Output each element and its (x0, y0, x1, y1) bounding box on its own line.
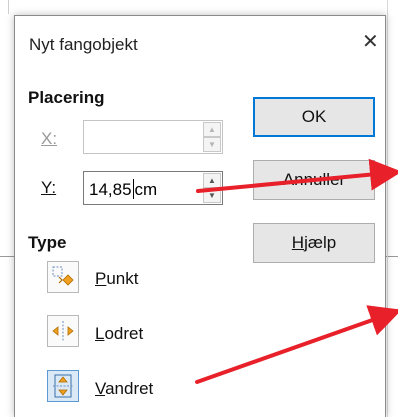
y-label: Y: (41, 178, 57, 197)
y-spin-down-icon[interactable]: ▼ (203, 188, 221, 203)
background-divider-right (387, 0, 388, 417)
x-spin-buttons: ▲ ▼ (203, 122, 221, 152)
x-spin-up-icon[interactable]: ▲ (203, 122, 221, 137)
help-button[interactable]: Hjælp (253, 223, 375, 263)
dialog-titlebar: Nyt fangobjekt ✕ (15, 16, 385, 70)
horizontal-line-icon (53, 374, 73, 398)
cancel-button[interactable]: Annuller (253, 160, 375, 200)
help-button-rest: jælp (304, 233, 337, 252)
y-value-unit: cm (134, 180, 158, 199)
text-caret (132, 179, 134, 199)
type-vertical-label: Lodret (95, 324, 143, 344)
type-point-button[interactable] (47, 261, 79, 293)
y-value-number: 14,85 (89, 180, 132, 199)
type-horizontal-label-rest: andret (105, 379, 154, 398)
x-position-field[interactable]: ▲ ▼ (83, 120, 223, 154)
placement-heading: Placering (28, 88, 105, 107)
vertical-line-icon (52, 321, 74, 341)
type-vertical-button[interactable] (47, 315, 79, 347)
type-heading: Type (28, 233, 67, 252)
type-vertical-label-rest: odret (104, 324, 144, 343)
type-point-label-mnemonic: P (95, 269, 107, 288)
ok-button[interactable]: OK (253, 97, 375, 137)
y-spin-buttons: ▲ ▼ (203, 173, 221, 203)
type-point-label-rest: unkt (106, 269, 139, 288)
y-value: 14,85 cm (89, 179, 157, 200)
type-horizontal-label: Vandret (95, 379, 153, 399)
background-divider (8, 0, 9, 14)
type-point-label: Punkt (95, 269, 138, 289)
dialog-title: Nyt fangobjekt (29, 35, 138, 54)
screenshot-stage: Nyt fangobjekt ✕ Placering X: ▲ ▼ Y: 14,… (0, 0, 398, 417)
x-spin-down-icon[interactable]: ▼ (203, 137, 221, 152)
y-position-field[interactable]: 14,85 cm ▲ ▼ (83, 171, 223, 205)
type-horizontal-label-mnemonic: V (95, 379, 106, 398)
new-snap-object-dialog: Nyt fangobjekt ✕ Placering X: ▲ ▼ Y: 14,… (14, 15, 386, 417)
y-spin-up-icon[interactable]: ▲ (203, 173, 221, 188)
background-guide-line-left (0, 256, 14, 257)
close-icon[interactable]: ✕ (362, 30, 379, 54)
point-icon (52, 266, 74, 286)
x-label: X: (41, 129, 58, 148)
help-button-mnemonic: H (291, 233, 305, 252)
type-horizontal-button[interactable] (47, 370, 79, 402)
